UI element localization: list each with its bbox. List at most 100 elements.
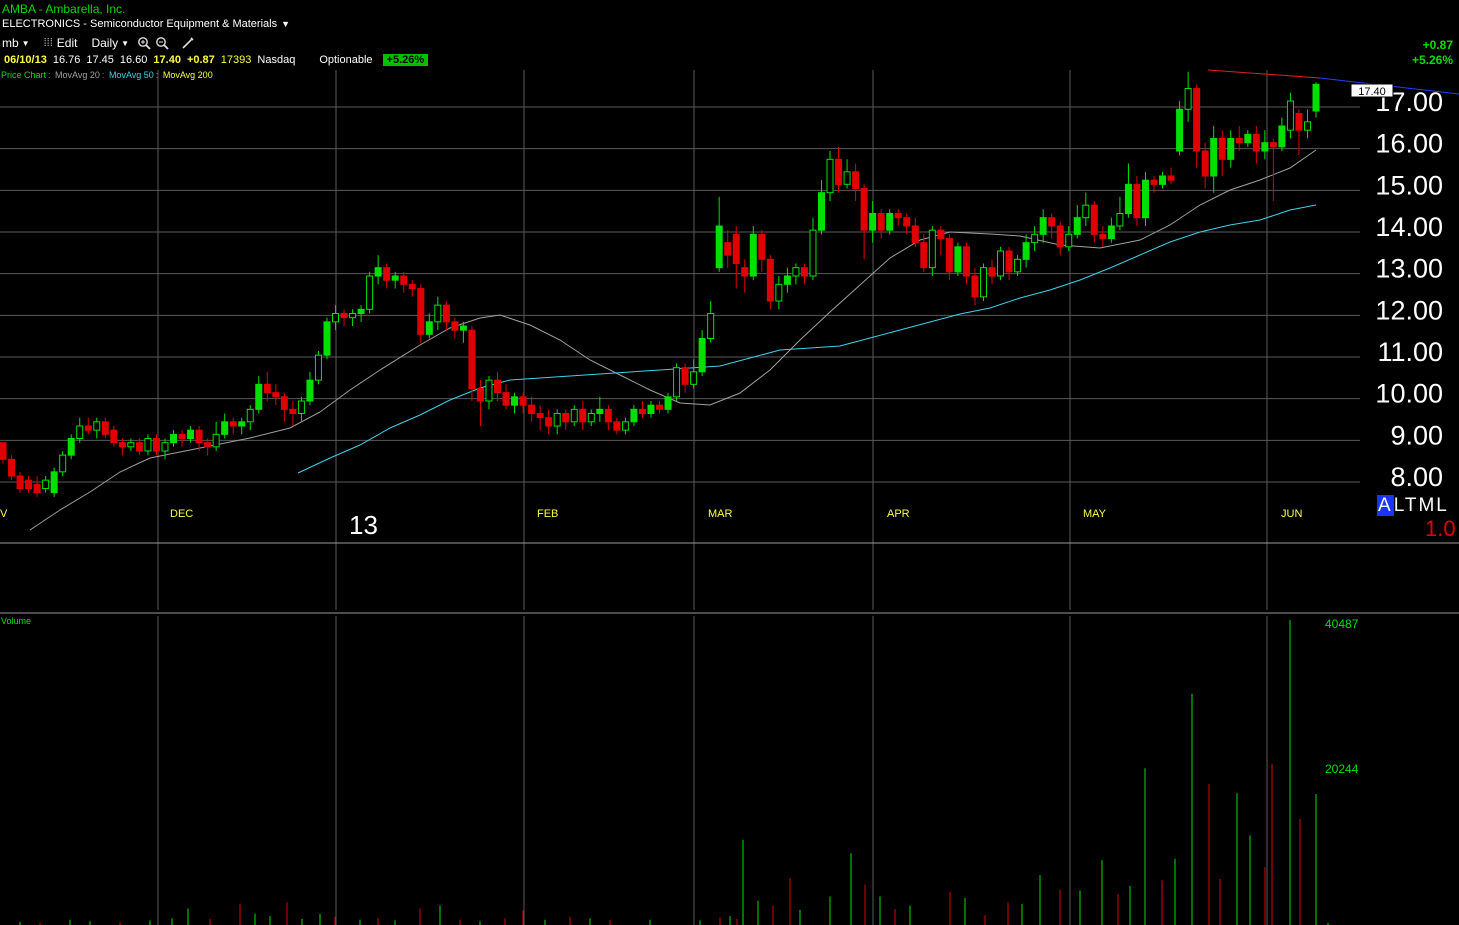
candle-body — [664, 396, 672, 410]
candle-body — [425, 321, 433, 335]
candle-body — [783, 275, 791, 285]
candle-body — [468, 329, 476, 389]
candle-body — [170, 433, 178, 444]
candle-body — [84, 425, 92, 431]
candle-body — [979, 267, 987, 298]
candle-body — [289, 408, 297, 415]
candle-body — [852, 171, 860, 189]
candle-body — [1159, 175, 1167, 185]
candle-body — [357, 308, 365, 315]
candle-body — [775, 283, 783, 302]
candle-body — [1235, 138, 1243, 144]
candle-body — [800, 267, 808, 277]
candle-body — [1261, 142, 1269, 152]
candle-body — [843, 171, 851, 185]
price-axis: 17.0016.0015.0014.0013.0012.0011.0010.00… — [1350, 83, 1443, 492]
indicator-letter: T — [1404, 495, 1419, 516]
candle-body — [1116, 213, 1124, 227]
candle-body — [613, 421, 621, 431]
candle-body — [332, 313, 340, 323]
candle-body — [459, 325, 467, 331]
price-tick-label: 15.00 — [1375, 170, 1443, 200]
candle-body — [1022, 242, 1030, 260]
candle-body — [1073, 217, 1081, 235]
candle-body — [229, 421, 237, 427]
candle-body — [67, 438, 75, 456]
chart-grid — [0, 70, 1459, 925]
candle-body — [724, 242, 732, 256]
candle-body — [127, 442, 135, 448]
month-label: MAR — [708, 508, 733, 520]
candle-body — [988, 267, 996, 277]
candle-body — [383, 267, 391, 281]
indicator-letter: L — [1436, 495, 1449, 516]
candle-body — [1039, 217, 1047, 235]
month-label: APR — [887, 508, 910, 520]
candle-body — [59, 454, 67, 473]
price-tick-label: 10.00 — [1375, 379, 1443, 409]
candle-body — [187, 429, 195, 439]
candle-body — [971, 275, 979, 298]
candle-body — [1278, 125, 1286, 148]
indicator-letter: A — [1377, 495, 1394, 516]
candle-body — [374, 267, 382, 277]
price-tick-label: 9.00 — [1390, 420, 1443, 450]
candle-body — [1303, 121, 1311, 131]
candle-body — [826, 158, 834, 194]
candle-body — [144, 438, 152, 452]
candle-body — [272, 392, 280, 398]
candle-body — [1286, 100, 1294, 131]
year-label: 13 — [349, 510, 378, 540]
indicator-value: 1.0 — [1425, 516, 1456, 541]
month-axis: V DEC FEB MAR APR MAY JUN — [0, 508, 1302, 520]
candles — [0, 71, 1320, 497]
candle-body — [33, 483, 41, 494]
candle-body — [212, 433, 220, 448]
candle-body — [434, 304, 442, 323]
candle-body — [920, 242, 928, 269]
candle-body — [280, 396, 288, 410]
candle-body — [894, 213, 902, 219]
candle-body — [528, 404, 536, 414]
candle-body — [587, 413, 595, 423]
candle-body — [690, 371, 698, 385]
candle-body — [1252, 133, 1260, 152]
candle-body — [707, 313, 715, 339]
candle-body — [1184, 88, 1192, 110]
candle-body — [766, 258, 774, 302]
candle-body — [792, 267, 800, 277]
volume-bars: 40487 20244 — [19, 617, 1359, 925]
candle-body — [681, 367, 689, 385]
candle-body — [110, 429, 118, 444]
candle-body — [238, 421, 246, 427]
candle-body — [16, 475, 24, 489]
candle-body — [758, 233, 766, 260]
candle-body — [8, 458, 16, 477]
candle-body — [647, 404, 655, 414]
candle-body — [400, 275, 408, 285]
candle-body — [715, 225, 723, 269]
candle-body — [1133, 183, 1141, 219]
price-chart[interactable]: 17.0016.0015.0014.0013.0012.0011.0010.00… — [0, 0, 1459, 925]
candle-body — [1048, 217, 1056, 227]
candle-body — [1312, 83, 1320, 112]
candle-body — [1014, 258, 1022, 273]
volume-tick-label: 40487 — [1325, 617, 1359, 631]
indicator-letters[interactable]: ALTML — [1377, 495, 1449, 517]
price-tick-label: 14.00 — [1375, 212, 1443, 242]
month-label: DEC — [170, 508, 193, 520]
ma50-line — [297, 204, 1317, 474]
candle-body — [1176, 108, 1184, 152]
candle-body — [1227, 138, 1235, 160]
candle-body — [817, 192, 825, 231]
candle-body — [1218, 138, 1226, 160]
indicator-letter: L — [1393, 495, 1405, 516]
candle-body — [809, 229, 817, 277]
candle-body — [962, 246, 970, 277]
trendline-red — [1207, 69, 1321, 79]
candle-body — [152, 438, 160, 452]
candle-body — [749, 233, 757, 277]
candle-body — [1090, 204, 1098, 235]
candle-body — [118, 442, 126, 448]
candle-body — [835, 158, 843, 185]
